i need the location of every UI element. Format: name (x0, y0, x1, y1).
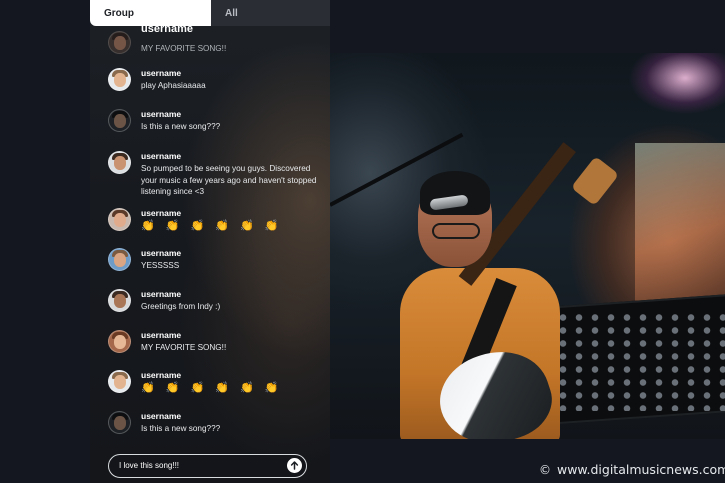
list-item: username YESSSSS (108, 248, 323, 278)
send-button[interactable] (287, 458, 302, 473)
list-item: username So pumped to be seeing you guys… (108, 151, 323, 201)
chat-panel: Group All username MY FAVORITE SONG!! us… (90, 0, 330, 483)
music-stand-holes (555, 311, 725, 411)
message-username: username (141, 208, 182, 218)
tab-all[interactable]: All (211, 0, 330, 26)
list-item: username play Aphasiaaaaa (108, 68, 323, 98)
chat-message-list[interactable]: username MY FAVORITE SONG!! username pla… (90, 23, 330, 446)
message-text: MY FAVORITE SONG!! (141, 343, 227, 352)
stage-performance-photo (330, 53, 725, 439)
message-input-value[interactable]: I love this song!!! (119, 461, 179, 470)
list-item: username MY FAVORITE SONG!! (108, 23, 323, 59)
list-item: username Is this a new song??? (108, 411, 323, 441)
message-text: Is this a new song??? (141, 424, 221, 433)
message-username: username (141, 411, 182, 421)
message-username: username (141, 109, 182, 119)
chat-tabs: Group All (90, 0, 330, 26)
message-input[interactable]: I love this song!!! (108, 454, 307, 478)
tab-group[interactable]: Group (90, 0, 211, 26)
avatar (108, 289, 131, 312)
message-clap-emojis: 👏 👏 👏 👏 👏 👏 (141, 220, 283, 232)
message-text: YESSSSS (141, 261, 180, 270)
list-item: username 👏 👏 👏 👏 👏 👏 (108, 208, 323, 238)
message-username: username (141, 248, 182, 258)
watermark-site: www.digitalmusicnews.com (556, 462, 725, 477)
avatar (108, 330, 131, 353)
message-username: username (141, 370, 182, 380)
avatar (108, 151, 131, 174)
avatar (108, 248, 131, 271)
message-clap-emojis: 👏 👏 👏 👏 👏 👏 (141, 382, 283, 394)
avatar (108, 109, 131, 132)
avatar (108, 208, 131, 231)
message-text: Is this a new song??? (141, 122, 221, 131)
message-text: MY FAVORITE SONG!! (141, 44, 227, 53)
watermark: © www.digitalmusicnews.com (539, 462, 725, 477)
copyright-icon: © (539, 463, 551, 477)
message-text: Greetings from Indy :) (141, 302, 221, 311)
avatar (108, 68, 131, 91)
list-item: username Is this a new song??? (108, 109, 323, 139)
avatar (108, 370, 131, 393)
arrow-up-icon (290, 461, 299, 470)
message-username: username (141, 68, 182, 78)
list-item: username 👏 👏 👏 👏 👏 👏 (108, 370, 323, 400)
avatar (108, 411, 131, 434)
message-text: play Aphasiaaaaa (141, 81, 206, 90)
message-username: username (141, 151, 182, 161)
guitar-headstock (570, 156, 620, 206)
stage-screen-glow (635, 143, 725, 313)
message-username: username (141, 330, 182, 340)
list-item: username Greetings from Indy :) (108, 289, 323, 319)
message-username: username (141, 289, 182, 299)
performer-cap (420, 171, 490, 215)
avatar (108, 31, 131, 54)
list-item: username MY FAVORITE SONG!! (108, 330, 323, 360)
performer-glasses (432, 223, 480, 239)
message-text: So pumped to be seeing you guys. Discove… (141, 164, 317, 196)
